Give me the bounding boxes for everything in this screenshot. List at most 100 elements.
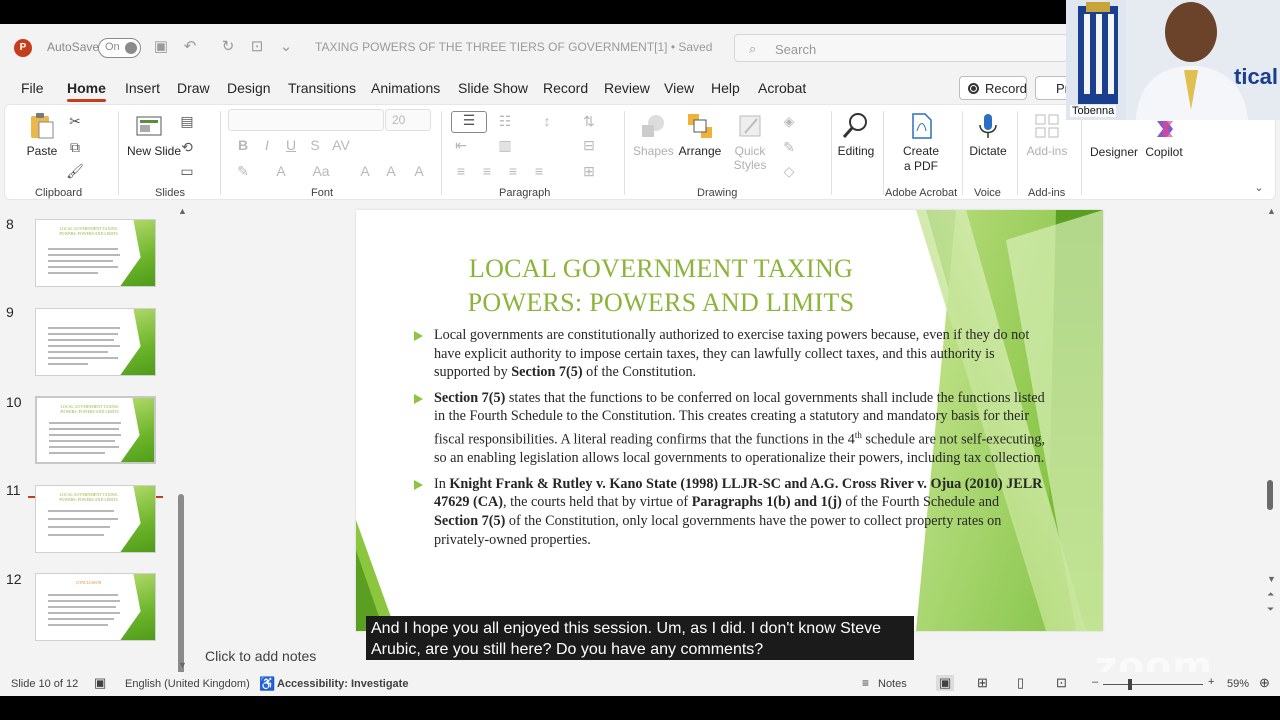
tab-view[interactable]: View <box>664 80 694 96</box>
justify-icon[interactable]: ≡ <box>529 163 549 179</box>
tab-record[interactable]: Record <box>543 80 588 96</box>
document-title[interactable]: TAXING POWERS OF THE THREE TIERS OF GOVE… <box>315 40 712 54</box>
align-text-icon[interactable]: ⊟ <box>579 137 599 154</box>
slide-scroll-down-icon[interactable]: ▼ <box>1267 574 1276 584</box>
reading-view-icon[interactable]: ▯ <box>1017 675 1024 691</box>
tab-design[interactable]: Design <box>227 80 271 96</box>
text-direction-icon[interactable]: ⇅ <box>579 113 599 130</box>
create-pdf-button[interactable]: Create a PDF <box>899 111 943 174</box>
font-color-icon[interactable]: A <box>271 163 291 179</box>
present-from-start-icon[interactable]: ⊡ <box>248 38 266 56</box>
strikethrough-icon[interactable]: S <box>305 137 325 153</box>
bold-icon[interactable]: B <box>233 137 253 153</box>
normal-view-icon[interactable]: ▣ <box>936 675 955 691</box>
redo-icon[interactable]: ↻ <box>219 38 237 56</box>
bullets-icon[interactable]: ☰ <box>451 111 487 133</box>
save-icon[interactable]: ▣ <box>152 38 170 56</box>
decrease-font-icon[interactable]: A <box>381 163 401 179</box>
increase-font-icon[interactable]: A <box>355 163 375 179</box>
font-family-box[interactable] <box>228 109 384 131</box>
slide-body[interactable]: Local governments are constitutionally a… <box>414 326 1046 556</box>
tab-transitions[interactable]: Transitions <box>288 80 356 96</box>
spelling-icon[interactable]: ▣ <box>94 675 106 691</box>
slide-scrollbar[interactable] <box>1267 480 1273 510</box>
notes-button[interactable]: Notes <box>878 678 907 690</box>
paste-icon <box>31 113 54 139</box>
collapse-ribbon-icon[interactable]: ⌄ <box>1249 181 1269 194</box>
next-slide-icon[interactable]: ⏷ <box>1267 604 1274 615</box>
scroll-down-arrow-icon[interactable]: ▼ <box>178 660 187 670</box>
tab-slide-show[interactable]: Slide Show <box>458 80 528 96</box>
tab-home[interactable]: Home <box>67 80 106 102</box>
previous-slide-icon[interactable]: ⏶ <box>1267 589 1274 600</box>
arrange-button[interactable]: Arrange <box>677 111 723 158</box>
shape-outline-icon[interactable]: ✎ <box>779 139 799 156</box>
autosave-toggle[interactable]: On <box>98 38 141 58</box>
copy-icon[interactable]: ⧉ <box>65 139 85 156</box>
cut-icon[interactable]: ✂ <box>65 113 85 130</box>
change-case-icon[interactable]: Aa <box>311 163 331 179</box>
zoom-in-icon[interactable]: + <box>1208 676 1214 688</box>
thumbnail-slide-12[interactable]: CONCLUSION <box>35 573 156 641</box>
zoom-slider-knob[interactable] <box>1128 679 1132 690</box>
font-size-box[interactable]: 20 <box>385 109 431 131</box>
language-status[interactable]: English (United Kingdom) <box>125 678 250 690</box>
character-spacing-icon[interactable]: AV <box>331 137 351 153</box>
new-slide-button[interactable]: New Slide <box>127 111 181 158</box>
layout-icon[interactable]: ▤ <box>177 113 197 130</box>
paste-button[interactable]: Paste <box>25 111 59 158</box>
shape-fill-icon[interactable]: ◈ <box>779 113 799 130</box>
tab-insert[interactable]: Insert <box>125 80 160 96</box>
slide-canvas[interactable]: LOCAL GOVERNMENT TAXING POWERS: POWERS A… <box>356 210 1103 631</box>
columns-icon[interactable]: ▥ <box>495 137 515 154</box>
thumbnail-slide-8[interactable]: LOCAL GOVERNMENT TAXING POWERS: POWERS A… <box>35 219 156 287</box>
tab-help[interactable]: Help <box>711 80 740 96</box>
reset-icon[interactable]: ⟲ <box>177 139 197 156</box>
section-icon[interactable]: ▭ <box>177 163 197 180</box>
shape-effects-icon[interactable]: ◇ <box>779 163 799 180</box>
align-center-icon[interactable]: ≡ <box>477 163 497 179</box>
designer-button[interactable]: Designer <box>1089 145 1139 159</box>
zoom-out-icon[interactable]: – <box>1092 676 1098 688</box>
align-right-icon[interactable]: ≡ <box>503 163 523 179</box>
record-button[interactable]: Record <box>959 76 1027 100</box>
line-spacing-icon[interactable]: ↕ <box>537 113 557 129</box>
slide-scroll-up-icon[interactable]: ▲ <box>1267 206 1276 216</box>
dictate-button[interactable]: Dictate <box>967 111 1009 158</box>
thumbnail-slide-10[interactable]: LOCAL GOVERNMENT TAXING POWERS: POWERS A… <box>35 396 156 464</box>
italic-icon[interactable]: I <box>257 137 277 153</box>
thumbnails-scrollbar[interactable] <box>178 494 184 680</box>
tab-animations[interactable]: Animations <box>371 80 440 96</box>
thumbnail-slide-11[interactable]: LOCAL GOVERNMENT TAXING POWERS: POWERS A… <box>35 485 156 553</box>
highlight-icon[interactable]: ✎ <box>233 163 253 180</box>
tab-file[interactable]: File <box>21 80 44 96</box>
search-box[interactable]: ⌕ Search <box>734 34 1068 62</box>
addins-button[interactable]: Add-ins <box>1025 111 1069 158</box>
slide-title[interactable]: LOCAL GOVERNMENT TAXING POWERS: POWERS A… <box>426 252 896 320</box>
decrease-indent-icon[interactable]: ⇤ <box>451 137 471 154</box>
accessibility-status[interactable]: Accessibility: Investigate <box>277 678 408 690</box>
slideshow-icon[interactable]: ⊡ <box>1056 675 1067 691</box>
notes-placeholder[interactable]: Click to add notes <box>205 648 316 664</box>
align-left-icon[interactable]: ≡ <box>451 163 471 179</box>
numbering-icon[interactable]: ☷ <box>495 113 515 130</box>
shapes-button[interactable]: Shapes <box>633 111 674 158</box>
clear-format-icon[interactable]: A <box>409 163 429 179</box>
underline-icon[interactable]: U <box>281 137 301 153</box>
fit-to-window-icon[interactable]: ⊕ <box>1259 675 1270 691</box>
zoom-slider[interactable] <box>1103 684 1203 685</box>
tab-acrobat[interactable]: Acrobat <box>758 80 806 96</box>
quick-styles-button[interactable]: Quick Styles <box>729 111 771 172</box>
thumbnail-slide-9[interactable] <box>35 308 156 376</box>
undo-icon[interactable]: ↶ <box>181 38 199 56</box>
slide-sorter-icon[interactable]: ⊞ <box>977 675 988 691</box>
smartart-icon[interactable]: ⊞ <box>579 163 599 180</box>
editing-button[interactable]: Editing <box>835 111 877 158</box>
tab-draw[interactable]: Draw <box>177 80 210 96</box>
copilot-button[interactable]: Copilot <box>1141 145 1187 159</box>
format-painter-icon[interactable]: 🖌 <box>65 163 85 180</box>
zoom-level[interactable]: 59% <box>1227 678 1249 690</box>
scroll-up-arrow-icon[interactable]: ▲ <box>178 206 187 216</box>
tab-review[interactable]: Review <box>604 80 650 96</box>
customize-toolbar-icon[interactable]: ⌄ <box>277 38 295 56</box>
